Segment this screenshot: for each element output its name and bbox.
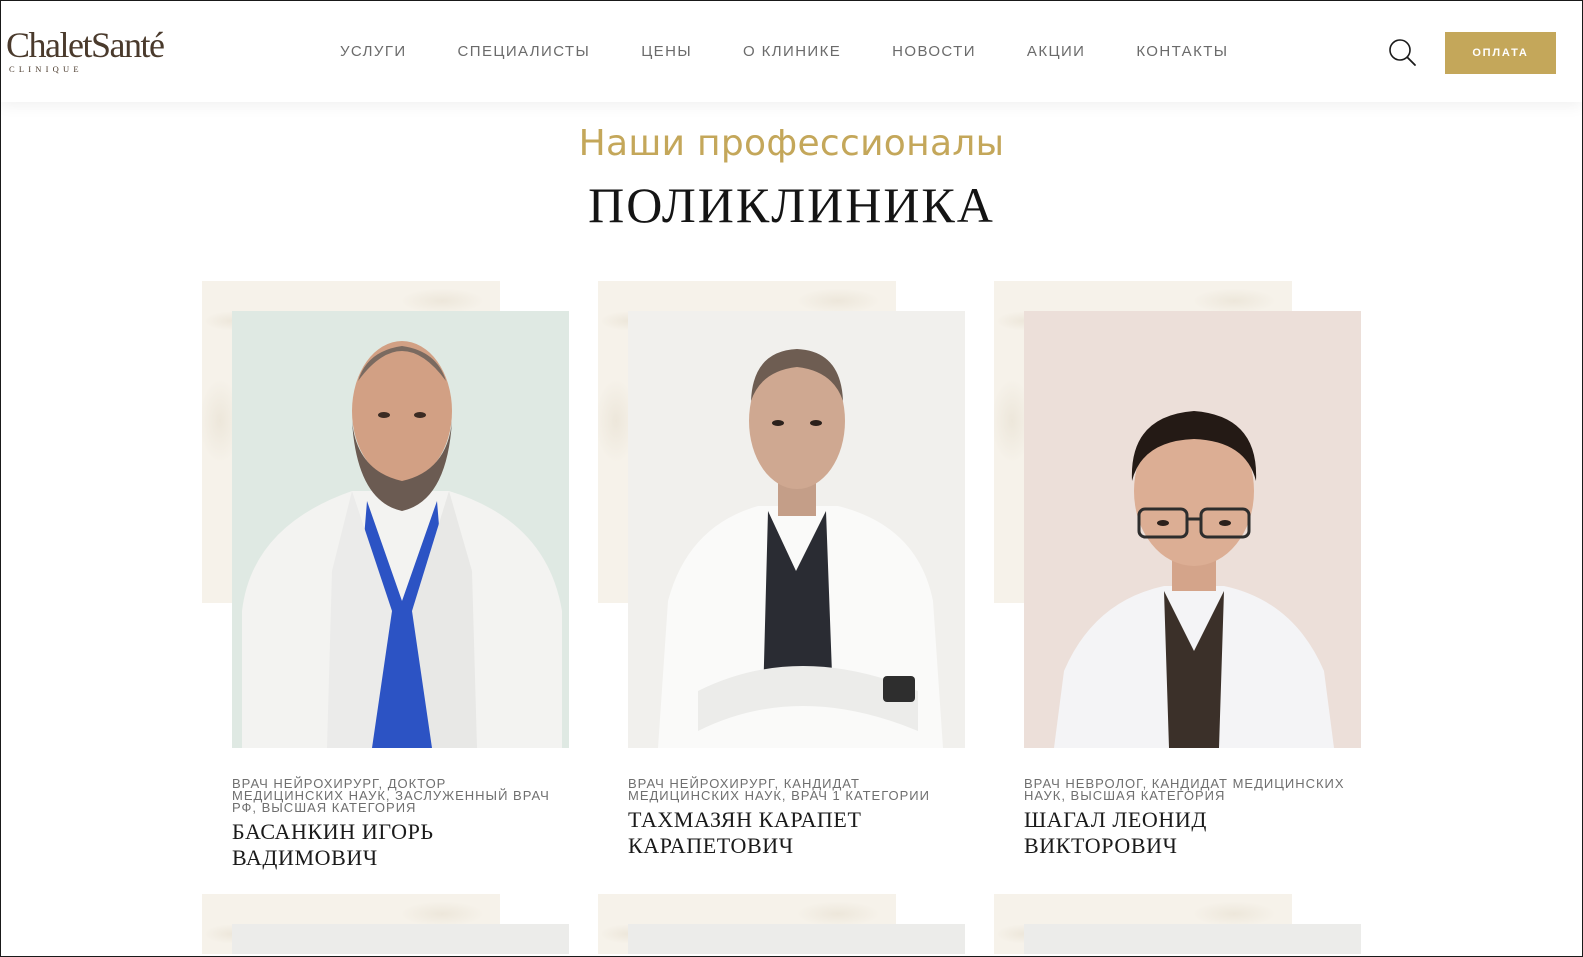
- doctor-photo[interactable]: [1024, 311, 1361, 748]
- doctor-role: ВРАЧ НЕЙРОХИРУРГ, КАНДИДАТ МЕДИЦИНСКИХ Н…: [628, 776, 930, 803]
- doctor-name[interactable]: БАСАНКИН ИГОРЬ ВАДИМОВИЧ: [232, 819, 572, 871]
- doctor-role: ВРАЧ НЕЙРОХИРУРГ, ДОКТОР МЕДИЦИНСКИХ НАУ…: [232, 776, 550, 815]
- nav-item-news[interactable]: НОВОСТИ: [892, 43, 976, 60]
- main-nav: УСЛУГИ СПЕЦИАЛИСТЫ ЦЕНЫ О КЛИНИКЕ НОВОСТ…: [340, 43, 1228, 60]
- doctor-photo[interactable]: [1024, 924, 1361, 954]
- doctor-card[interactable]: ВРАЧ НЕЙРОХИРУРГ, ДОКТОР МЕДИЦИНСКИХ НАУ…: [202, 281, 572, 881]
- section-subtitle: Наши профессионалы: [578, 123, 1005, 164]
- nav-item-prices[interactable]: ЦЕНЫ: [641, 43, 692, 60]
- nav-item-services[interactable]: УСЛУГИ: [340, 43, 407, 60]
- doctor-name[interactable]: ТАХМАЗЯН КАРАПЕТ КАРАПЕТОВИЧ: [628, 807, 968, 859]
- doctor-card[interactable]: ВРАЧ НЕВРОЛОГ, КАНДИДАТ МЕДИЦИНСКИХ НАУК…: [994, 281, 1364, 881]
- doctor-card[interactable]: ВРАЧ НЕЙРОХИРУРГ, КАНДИДАТ МЕДИЦИНСКИХ Н…: [598, 281, 968, 881]
- doctor-photo[interactable]: [628, 311, 965, 748]
- logo-subtitle: CLINIQUE: [9, 64, 83, 74]
- doctor-card-peek[interactable]: [994, 894, 1364, 954]
- search-icon[interactable]: [1387, 37, 1417, 67]
- nav-item-about[interactable]: О КЛИНИКЕ: [743, 43, 841, 60]
- pay-button[interactable]: ОПЛАТА: [1445, 32, 1556, 74]
- doctor-photo[interactable]: [232, 311, 569, 748]
- nav-item-promotions[interactable]: АКЦИИ: [1027, 43, 1085, 60]
- doctor-card-peek[interactable]: [598, 894, 968, 954]
- logo-wordmark: ChaletSanté: [6, 25, 165, 65]
- doctor-photo[interactable]: [628, 924, 965, 954]
- doctor-name[interactable]: ШАГАЛ ЛЕОНИД ВИКТОРОВИЧ: [1024, 807, 1364, 859]
- doctor-photo[interactable]: [232, 924, 569, 954]
- nav-item-contacts[interactable]: КОНТАКТЫ: [1136, 43, 1228, 60]
- section-title: ПОЛИКЛИНИКА: [588, 177, 995, 233]
- doctor-role: ВРАЧ НЕВРОЛОГ, КАНДИДАТ МЕДИЦИНСКИХ НАУК…: [1024, 776, 1345, 803]
- doctor-card-peek[interactable]: [202, 894, 572, 954]
- site-header: ChaletSanté CLINIQUE УСЛУГИ СПЕЦИАЛИСТЫ …: [1, 1, 1582, 102]
- nav-item-specialists[interactable]: СПЕЦИАЛИСТЫ: [458, 43, 591, 60]
- clinic-logo[interactable]: ChaletSanté CLINIQUE: [6, 25, 166, 77]
